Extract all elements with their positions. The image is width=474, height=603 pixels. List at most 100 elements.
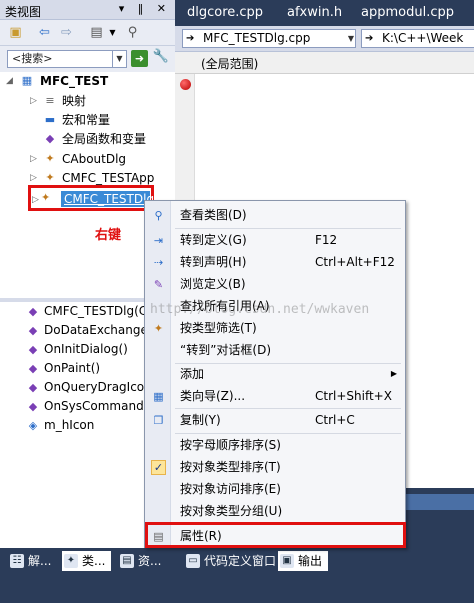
menu-item-shortcut: Ctrl+Shift+X [315, 389, 392, 403]
menu-item-add[interactable]: 添加 ▶ [145, 364, 405, 384]
collapse-triangle-icon[interactable]: ◢ [6, 72, 13, 90]
tab-solution-explorer[interactable]: ☷ 解... [8, 551, 51, 571]
tab-class-view[interactable]: ✦ 类... [62, 551, 112, 571]
scope-bar: (全局范围) [175, 52, 474, 74]
class-wizard-icon: ▦ [153, 390, 164, 403]
expand-triangle-icon[interactable]: ▷ [30, 150, 37, 168]
menu-item-label: 按对象类型排序(T) [180, 460, 281, 474]
menu-separator [175, 408, 401, 409]
menu-item-filter-by-type[interactable]: ✦ 按类型筛选(T) [145, 318, 405, 338]
goto-declaration-icon: ⇢ [153, 256, 164, 269]
member-label: OnQueryDragIcon [44, 380, 152, 394]
method-icon: ◆ [28, 305, 38, 318]
arrow-right-icon: ➔ [365, 33, 374, 44]
menu-item-goto-definition[interactable]: ⇥ 转到定义(G) F12 [145, 230, 405, 250]
field-icon: ◈ [28, 419, 38, 432]
watermark: http://blog.csdn.net/wwkaven [150, 302, 370, 317]
menu-item-sort-alphabetically[interactable]: 按字母顺序排序(S) [145, 435, 405, 455]
panel-title-buttons[interactable]: ▾ ‖ ✕ [119, 2, 171, 15]
breakpoint-icon[interactable] [180, 79, 191, 90]
tree-project-label: MFC_TEST [40, 74, 109, 88]
right-click-annotation: 右键 [95, 228, 122, 243]
tree-item-cmfc-testdlg-selected[interactable]: ▷ ✦ CMFC_TESTDlg [28, 185, 154, 211]
tab-dlgcore[interactable]: dlgcore.cpp [187, 5, 263, 20]
menu-item-label: 浏览定义(B) [180, 277, 246, 291]
tab-resource-view[interactable]: ▤ 资... [118, 551, 161, 571]
menu-item-view-class-diagram[interactable]: ⚲ 查看类图(D) [145, 205, 405, 225]
path-combo[interactable]: ➔ K:\C++\Week [361, 29, 474, 48]
menu-item-label: “转到”对话框(D) [180, 343, 272, 357]
clear-search-icon[interactable]: 🔧 [152, 49, 170, 67]
settings-dropdown-icon[interactable]: ▤ [88, 24, 105, 41]
method-icon: ◆ [28, 324, 38, 337]
search-input-value: <搜索> [12, 52, 53, 65]
menu-item-label: 按类型筛选(T) [180, 321, 257, 335]
search-dropdown-icon[interactable]: ▼ [112, 51, 126, 67]
menu-item-copy[interactable]: ❐ 复制(Y) Ctrl+C [145, 410, 405, 430]
menu-item-label: 复制(Y) [180, 413, 221, 427]
search-input[interactable]: <搜索> ▼ [7, 50, 127, 68]
member-label: m_hIcon [44, 418, 95, 432]
menu-item-shortcut: F12 [315, 233, 338, 247]
copy-icon: ❐ [153, 414, 164, 427]
menu-item-class-wizard[interactable]: ▦ 类向导(Z)... Ctrl+Shift+X [145, 386, 405, 406]
browse-definition-icon: ✎ [153, 278, 164, 291]
tab-appmodul[interactable]: appmodul.cpp [361, 5, 454, 20]
menu-item-label: 转到定义(G) [180, 233, 247, 247]
filter-icon: ✦ [153, 322, 164, 335]
menu-item-group-by-type[interactable]: 按对象类型分组(U) [145, 501, 405, 521]
menu-item-shortcut: Ctrl+Alt+F12 [315, 255, 395, 269]
class-view-icon: ✦ [64, 554, 78, 568]
menu-item-label: 按对象访问排序(E) [180, 482, 281, 496]
tab-code-definition[interactable]: ▭ 代码定义窗口 [184, 551, 276, 571]
tree-item-selected-label: CMFC_TESTDlg [64, 192, 155, 206]
forward-arrow-icon[interactable]: ⇨ [58, 24, 75, 41]
file-combo-value: MFC_TESTDlg.cpp [203, 31, 311, 45]
menu-item-goto-declaration[interactable]: ⇢ 转到声明(H) Ctrl+Alt+F12 [145, 252, 405, 272]
tab-afxwin[interactable]: afxwin.h [287, 5, 342, 20]
member-label: OnInitDialog() [44, 342, 128, 356]
file-combo[interactable]: ➔ MFC_TESTDlg.cpp ▼ [182, 29, 356, 48]
output-icon: ▣ [280, 554, 294, 568]
status-area [0, 574, 474, 603]
path-combo-value: K:\C++\Week [382, 31, 464, 45]
macro-icon: ▬ [44, 113, 56, 126]
search-go-icon[interactable]: ➜ [131, 50, 148, 67]
navigation-bar: ➔ MFC_TESTDlg.cpp ▼ ➔ K:\C++\Week [175, 26, 474, 52]
back-arrow-icon[interactable]: ⇦ [36, 24, 53, 41]
menu-item-goto-dialog[interactable]: “转到”对话框(D) [145, 340, 405, 360]
menu-item-label: 添加 [180, 367, 205, 381]
class-tools-icon[interactable]: ⚲ [124, 24, 141, 41]
expand-triangle-icon[interactable]: ▷ [30, 92, 37, 110]
new-folder-icon[interactable]: ▣ [7, 24, 24, 41]
method-icon: ◆ [28, 362, 38, 375]
tab-label: 类... [82, 554, 106, 568]
method-icon: ◆ [28, 343, 38, 356]
expand-triangle-icon[interactable]: ▷ [32, 191, 39, 209]
tree-item-label: 全局函数和变量 [62, 132, 147, 146]
menu-item-browse-definition[interactable]: ✎ 浏览定义(B) [145, 274, 405, 294]
project-icon: ▦ [21, 74, 33, 87]
code-definition-icon: ▭ [186, 554, 200, 568]
map-icon: ≡ [45, 94, 55, 107]
tree-project-node[interactable]: ◢ ▦ MFC_TEST [0, 72, 175, 90]
tree-item-caboutdlg[interactable]: ▷ ✦ CAboutDlg [0, 150, 175, 168]
chevron-down-icon[interactable]: ▼ [348, 30, 354, 47]
tree-item-globals[interactable]: ◆ 全局函数和变量 [0, 130, 175, 148]
solution-explorer-icon: ☷ [10, 554, 24, 568]
resource-view-icon: ▤ [120, 554, 134, 568]
context-menu: ⚲ 查看类图(D) ⇥ 转到定义(G) F12 ⇢ 转到声明(H) Ctrl+A… [144, 200, 406, 548]
tab-label: 输出 [298, 554, 323, 568]
scope-label: (全局范围) [201, 57, 259, 71]
menu-item-shortcut: Ctrl+C [315, 413, 355, 427]
menu-item-sort-by-access[interactable]: 按对象访问排序(E) [145, 479, 405, 499]
class-icon: ✦ [45, 152, 55, 165]
class-icon: ✦ [41, 191, 51, 204]
menu-item-sort-by-type[interactable]: ✓ 按对象类型排序(T) [145, 457, 405, 477]
arrow-right-icon: ➔ [186, 33, 195, 44]
class-view-title-bar: 类视图 ▾ ‖ ✕ [0, 0, 175, 20]
tree-item-map[interactable]: ▷ ≡ 映射 [0, 92, 175, 110]
tree-item-macros[interactable]: ▬ 宏和常量 [0, 111, 175, 129]
tab-output[interactable]: ▣ 输出 [278, 551, 329, 571]
chevron-down-icon[interactable]: ▼ [104, 24, 121, 41]
